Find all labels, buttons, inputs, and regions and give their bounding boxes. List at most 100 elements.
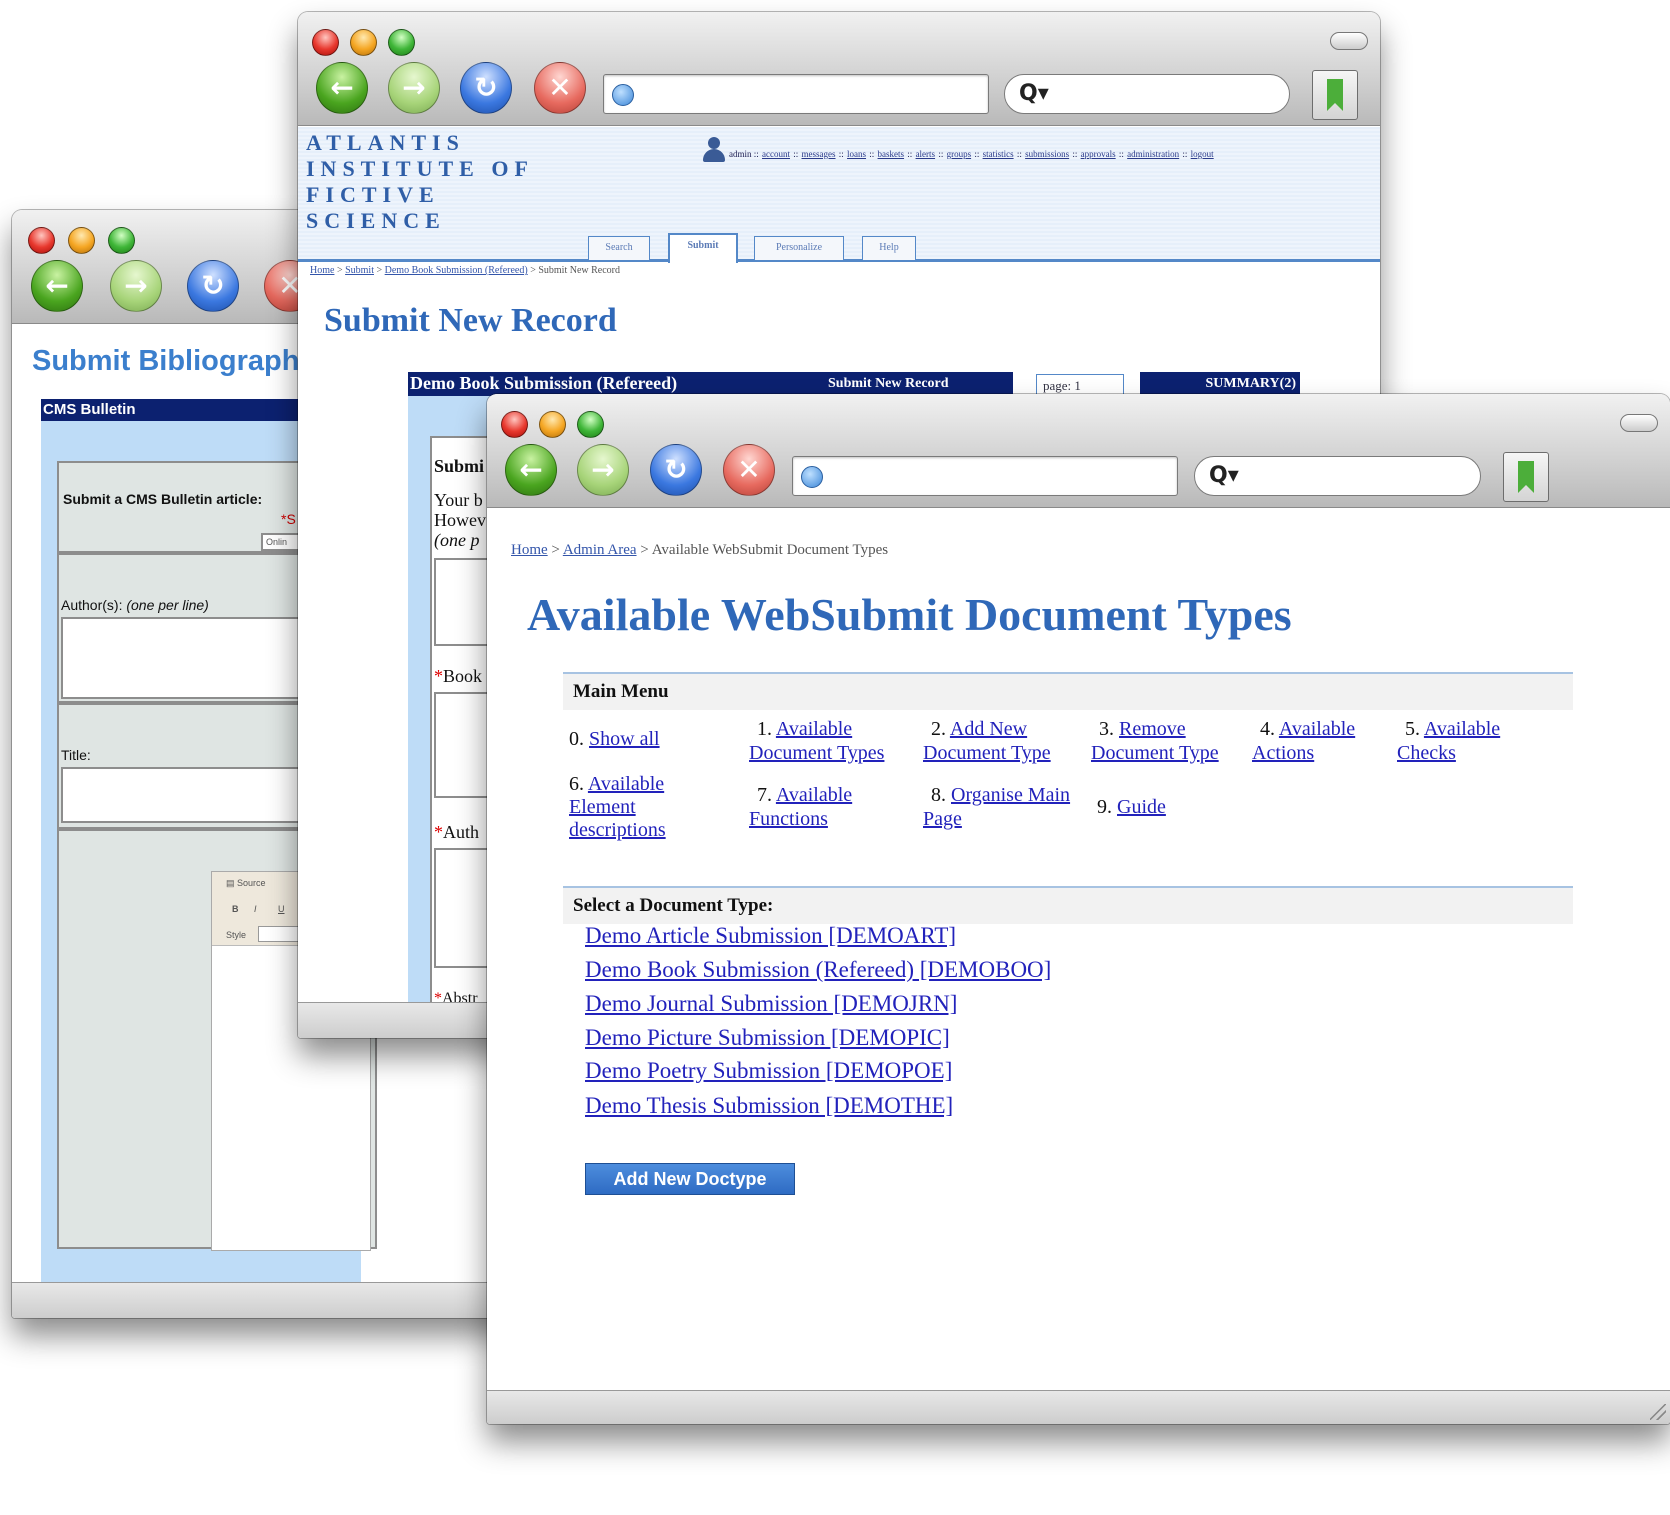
reload-icon[interactable]: ↻ [650,444,702,496]
zoom-window-button[interactable] [577,411,604,438]
page-content: Home > Admin Area > Available WebSubmit … [487,509,1670,1424]
close-window-button[interactable] [312,29,339,56]
add-doctype-link-2[interactable]: Document Type [923,742,1051,764]
remove-doctype-link-2[interactable]: Document Type [1091,742,1219,764]
back-arrow-icon[interactable]: ← [316,62,368,114]
loans-link[interactable]: loans [847,149,866,159]
address-bar[interactable] [603,74,989,114]
submit-label: Submi [434,456,485,476]
stop-icon[interactable]: ✕ [534,62,586,114]
reload-icon[interactable]: ↻ [187,260,239,312]
doctype-link[interactable]: Demo Poetry Submission [DEMOPOE] [585,1058,952,1083]
alerts-link[interactable]: alerts [916,149,936,159]
forward-arrow-icon[interactable]: → [388,62,440,114]
menu-item-available-doctypes: 1. Available Document Types [749,717,884,765]
logo-line-2: INSTITUTE OF [306,156,534,181]
tab-search[interactable]: Search [588,236,650,260]
toolbar-toggle-button[interactable] [1330,32,1368,50]
globe-icon [612,84,634,106]
logout-link[interactable]: logout [1191,149,1214,159]
doctype-link[interactable]: Demo Thesis Submission [DEMOTHE] [585,1093,953,1118]
close-window-button[interactable] [28,227,55,254]
tab-submit[interactable]: Submit [668,233,738,263]
element-descriptions-link-3[interactable]: descriptions [569,819,666,841]
available-functions-link[interactable]: Available [776,784,852,806]
search-field[interactable]: Q▾ [1194,456,1481,496]
groups-link[interactable]: groups [947,149,972,159]
available-checks-link-2[interactable]: Checks [1397,742,1456,764]
doctype-link[interactable]: Demo Article Submission [DEMOART] [585,923,956,948]
breadcrumb-current: Available WebSubmit Document Types [651,542,889,558]
statistics-link[interactable]: statistics [983,149,1014,159]
forward-arrow-icon[interactable]: → [110,260,162,312]
add-new-doctype-button[interactable]: Add New Doctype [585,1163,795,1195]
forward-arrow-icon[interactable]: → [577,444,629,496]
available-functions-link-2[interactable]: Functions [749,808,828,830]
remove-doctype-link[interactable]: Remove [1119,718,1186,740]
breadcrumb: Home > Submit > Demo Book Submission (Re… [310,265,620,276]
close-window-button[interactable] [501,411,528,438]
messages-link[interactable]: messages [802,149,836,159]
page-title: Submit New Record [324,302,617,339]
element-descriptions-link[interactable]: Available [588,773,664,795]
editor-bold-button[interactable]: B [232,904,239,914]
menu-item-available-actions: 4. Available Actions [1252,717,1355,765]
minimize-window-button[interactable] [350,29,377,56]
guide-link[interactable]: Guide [1117,796,1166,818]
bookmarks-button[interactable] [1503,452,1549,502]
available-actions-link[interactable]: Available [1279,718,1355,740]
baskets-link[interactable]: baskets [878,149,905,159]
element-descriptions-link-2[interactable]: Element [569,796,636,818]
organise-main-page-link[interactable]: Organise Main [951,784,1070,806]
submissions-link[interactable]: submissions [1025,149,1069,159]
breadcrumb-home[interactable]: Home [310,265,334,276]
breadcrumb-home[interactable]: Home [511,542,548,558]
breadcrumb-doctype[interactable]: Demo Book Submission (Refereed) [385,265,528,276]
select-doctype-header: Select a Document Type: [563,886,1573,924]
reload-icon[interactable]: ↻ [460,62,512,114]
logo-line-3: FICTIVE [306,182,440,207]
bookmark-icon [1518,461,1534,493]
approvals-link[interactable]: approvals [1081,149,1116,159]
add-doctype-link[interactable]: Add New [950,718,1027,740]
doctype-link[interactable]: Demo Journal Submission [DEMOJRN] [585,991,957,1016]
magnifier-icon: Q▾ [1019,81,1049,106]
resize-grip-icon[interactable] [1650,1404,1666,1420]
editor-italic-button[interactable]: I [254,904,257,914]
zoom-window-button[interactable] [388,29,415,56]
doctype-link[interactable]: Demo Book Submission (Refereed) [DEMOBOO… [585,957,1051,982]
available-checks-link[interactable]: Available [1424,718,1500,740]
toolbar-toggle-button[interactable] [1620,414,1658,432]
authors-hint: (one per line) [126,597,209,613]
back-arrow-icon[interactable]: ← [505,444,557,496]
available-doctypes-link[interactable]: Available [776,718,852,740]
minimize-window-button[interactable] [539,411,566,438]
doctype-label: CMS Bulletin [43,401,136,418]
minimize-window-button[interactable] [68,227,95,254]
logo-line-1: ATLANTIS [306,130,465,155]
tab-personalize[interactable]: Personalize [754,236,844,260]
available-actions-link-2[interactable]: Actions [1252,742,1314,764]
account-link[interactable]: account [762,149,790,159]
back-arrow-icon[interactable]: ← [31,260,83,312]
tab-help[interactable]: Help [862,236,916,260]
breadcrumb-current: Submit New Record [538,265,620,276]
search-field[interactable]: Q▾ [1004,74,1290,114]
zoom-window-button[interactable] [108,227,135,254]
breadcrumb-submit[interactable]: Submit [345,265,374,276]
bookmarks-button[interactable] [1312,70,1358,120]
editor-source-button[interactable]: ▤ Source [226,878,266,889]
summary-tab[interactable]: SUMMARY(2) [1140,372,1300,396]
stop-icon[interactable]: ✕ [723,444,775,496]
editor-underline-button[interactable]: U [278,904,285,914]
address-bar[interactable] [792,456,1178,496]
breadcrumb-admin-area[interactable]: Admin Area [563,542,637,558]
doctype-link[interactable]: Demo Picture Submission [DEMOPIC] [585,1025,950,1050]
doctype-item-demoboo: Demo Book Submission (Refereed) [DEMOBOO… [585,957,1051,983]
book-label: *Book [434,666,482,687]
site-logo[interactable]: ATLANTIS INSTITUTE OF FICTIVE SCIENCE [306,130,534,234]
available-doctypes-link-2[interactable]: Document Types [749,742,884,764]
administration-link[interactable]: administration [1127,149,1179,159]
show-all-link[interactable]: Show all [589,728,660,750]
organise-main-page-link-2[interactable]: Page [923,808,962,830]
